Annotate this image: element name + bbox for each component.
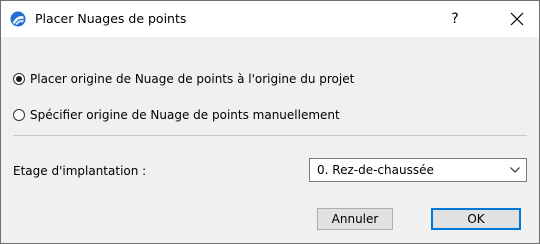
close-button[interactable]: [497, 5, 537, 33]
origin-option-label: Spécifier origine de Nuage de points man…: [30, 108, 340, 122]
separator: [13, 135, 527, 136]
help-button[interactable]: ?: [435, 5, 475, 33]
chevron-down-icon: [510, 167, 520, 173]
radio-button-checked[interactable]: [13, 73, 25, 85]
level-label: Etage d'implantation :: [13, 164, 147, 178]
ok-button[interactable]: OK: [431, 208, 521, 230]
level-dropdown[interactable]: 0. Rez-de-chaussée: [309, 158, 527, 182]
dialog-title: Placer Nuages de points: [35, 11, 187, 26]
cancel-button[interactable]: Annuler: [317, 208, 393, 230]
level-dropdown-value: 0. Rez-de-chaussée: [317, 163, 434, 177]
close-icon: [510, 12, 524, 26]
radio-button-unchecked[interactable]: [13, 109, 25, 121]
title-bar: Placer Nuages de points ?: [1, 1, 539, 37]
origin-option-label: Placer origine de Nuage de points à l'or…: [30, 72, 355, 86]
place-point-cloud-dialog: Placer Nuages de points ? Placer origine…: [0, 0, 540, 244]
archicad-icon: [10, 11, 26, 27]
dialog-content: Placer origine de Nuage de points à l'or…: [1, 37, 539, 243]
